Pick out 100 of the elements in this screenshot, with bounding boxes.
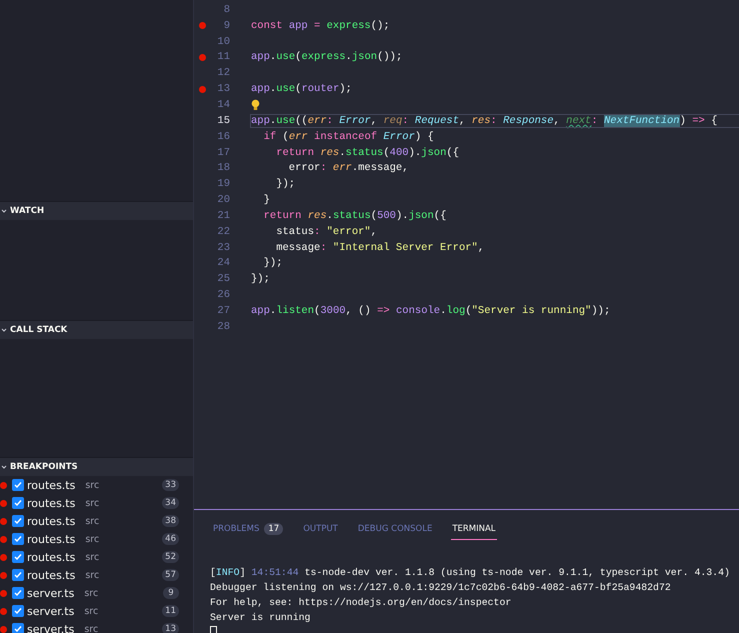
folder-name: src (84, 624, 98, 633)
line-number-badge: 38 (162, 515, 179, 527)
code-line: app.use((err: Error, req: Request, res: Response, next: NextFunction) => { (251, 114, 739, 127)
line-number: 23 (216, 242, 230, 254)
code-line: error: err.message, (288, 162, 409, 174)
checkbox[interactable] (12, 569, 24, 581)
breakpoint-dot-icon[interactable] (198, 86, 206, 93)
line-number: 9 (222, 20, 230, 32)
line-number: 21 (216, 210, 230, 222)
line-number-badge: 34 (162, 497, 179, 509)
panel-tab[interactable]: PROBLEMS 17 (212, 518, 284, 540)
breakpoint-dot-icon (0, 536, 7, 542)
file-name: routes.ts (27, 568, 76, 582)
code-line: return res.status(400).json({ (275, 146, 459, 159)
file-name: routes.ts (27, 550, 76, 564)
line-number: 17 (216, 146, 230, 159)
section-title: WATCH (10, 206, 44, 216)
breakpoint-dot-icon (0, 626, 7, 632)
line-number: 28 (216, 320, 230, 333)
code-line: if (err instanceof Error) { (262, 130, 434, 143)
section-header[interactable]: WATCH (0, 201, 193, 220)
file-name: routes.ts (27, 496, 76, 510)
code-line: message: "Internal Server Error", (275, 242, 484, 254)
code-line: status: "error", (275, 226, 378, 238)
breakpoint-dot-icon (0, 518, 7, 524)
folder-name: src (85, 570, 100, 580)
line-number: 8 (222, 4, 230, 16)
breakpoint-dot-icon (0, 500, 7, 506)
file-name: routes.ts (27, 532, 76, 546)
count-badge: 17 (264, 522, 284, 534)
checkbox[interactable] (12, 623, 24, 633)
file-name: server.ts (27, 622, 74, 633)
section-title: BREAKPOINTS (10, 462, 78, 472)
section-header[interactable]: CALL STACK (0, 320, 193, 339)
lightbulb-icon[interactable] (251, 98, 260, 111)
line-number: 27 (216, 304, 230, 317)
terminal-line: [INFO] 14:51:44 ts-node-dev ver. 1.1.8 (using ts-node ver. 9.1.1, typescript ver. 4.3.4) (210, 566, 731, 580)
terminal-line: For help, see: https://nodejs.org/en/docs/inspector (210, 596, 512, 610)
code-line: app.use(express.json()); (251, 51, 402, 64)
chevron-icon[interactable] (1, 327, 7, 333)
terminal-line: Debugger listening on ws://127.0.0.1:9229/1c7c02b6-64b9-4082-a677-bf25a9482d72 (210, 581, 672, 595)
line-number-badge: 57 (162, 569, 179, 581)
file-name: server.ts (27, 586, 74, 600)
code-line: return res.status(500).json({ (262, 210, 446, 222)
file-name: routes.ts (27, 478, 76, 492)
line-number: 18 (216, 162, 230, 174)
line-number-badge: 52 (162, 551, 179, 563)
checkbox[interactable] (12, 497, 24, 509)
folder-name: src (85, 552, 100, 562)
panel-tab[interactable]: TERMINAL (451, 518, 497, 540)
code-line: }); (262, 257, 283, 270)
checkbox[interactable] (12, 551, 24, 563)
line-number: 14 (216, 98, 230, 111)
line-number: 24 (216, 257, 230, 270)
breakpoint-dot-icon (0, 590, 7, 596)
line-number: 19 (216, 178, 230, 190)
line-number-badge: 13 (162, 623, 179, 633)
breakpoint-dot-icon[interactable] (198, 22, 206, 30)
file-name: server.ts (27, 604, 74, 618)
folder-name: src (85, 480, 100, 490)
line-number: 11 (216, 51, 230, 64)
line-number: 16 (216, 130, 230, 143)
code-line: app.use(router); (251, 83, 352, 96)
line-number: 10 (216, 36, 230, 48)
file-name: routes.ts (27, 514, 76, 528)
checkbox[interactable] (12, 587, 24, 599)
code-line: } (262, 194, 270, 206)
breakpoint-dot-icon (0, 572, 7, 578)
line-number-badge: 33 (162, 479, 179, 491)
line-number-badge: 46 (162, 533, 179, 545)
line-number-badge: 9 (163, 587, 179, 599)
line-number: 25 (216, 273, 230, 286)
section-header[interactable]: BREAKPOINTS (0, 457, 193, 476)
checkbox[interactable] (12, 533, 24, 545)
folder-name: src (85, 498, 100, 508)
terminal-line: Server is running (210, 611, 312, 625)
code-line: }); (251, 273, 270, 286)
line-number: 15 (216, 114, 230, 127)
breakpoint-dot-icon[interactable] (198, 54, 206, 61)
folder-name: src (85, 516, 100, 526)
folder-name: src (84, 606, 98, 616)
folder-name: src (84, 588, 98, 598)
breakpoint-dot-icon (0, 554, 7, 560)
line-number: 26 (216, 289, 230, 302)
chevron-icon[interactable] (1, 464, 7, 470)
checkbox[interactable] (12, 479, 24, 491)
section-title: CALL STACK (10, 325, 68, 335)
checkbox[interactable] (12, 605, 24, 617)
breakpoint-dot-icon (0, 482, 7, 488)
line-number: 20 (216, 194, 230, 206)
breakpoint-dot-icon (0, 608, 7, 614)
checkbox[interactable] (12, 515, 24, 527)
line-number: 22 (216, 226, 230, 238)
line-number: 13 (216, 83, 230, 96)
code-line: }); (275, 178, 296, 190)
line-number: 12 (216, 67, 230, 80)
chevron-icon[interactable] (1, 208, 7, 214)
line-number-badge: 11 (162, 605, 179, 617)
folder-name: src (85, 534, 100, 544)
code-line: const app = express(); (251, 20, 390, 32)
